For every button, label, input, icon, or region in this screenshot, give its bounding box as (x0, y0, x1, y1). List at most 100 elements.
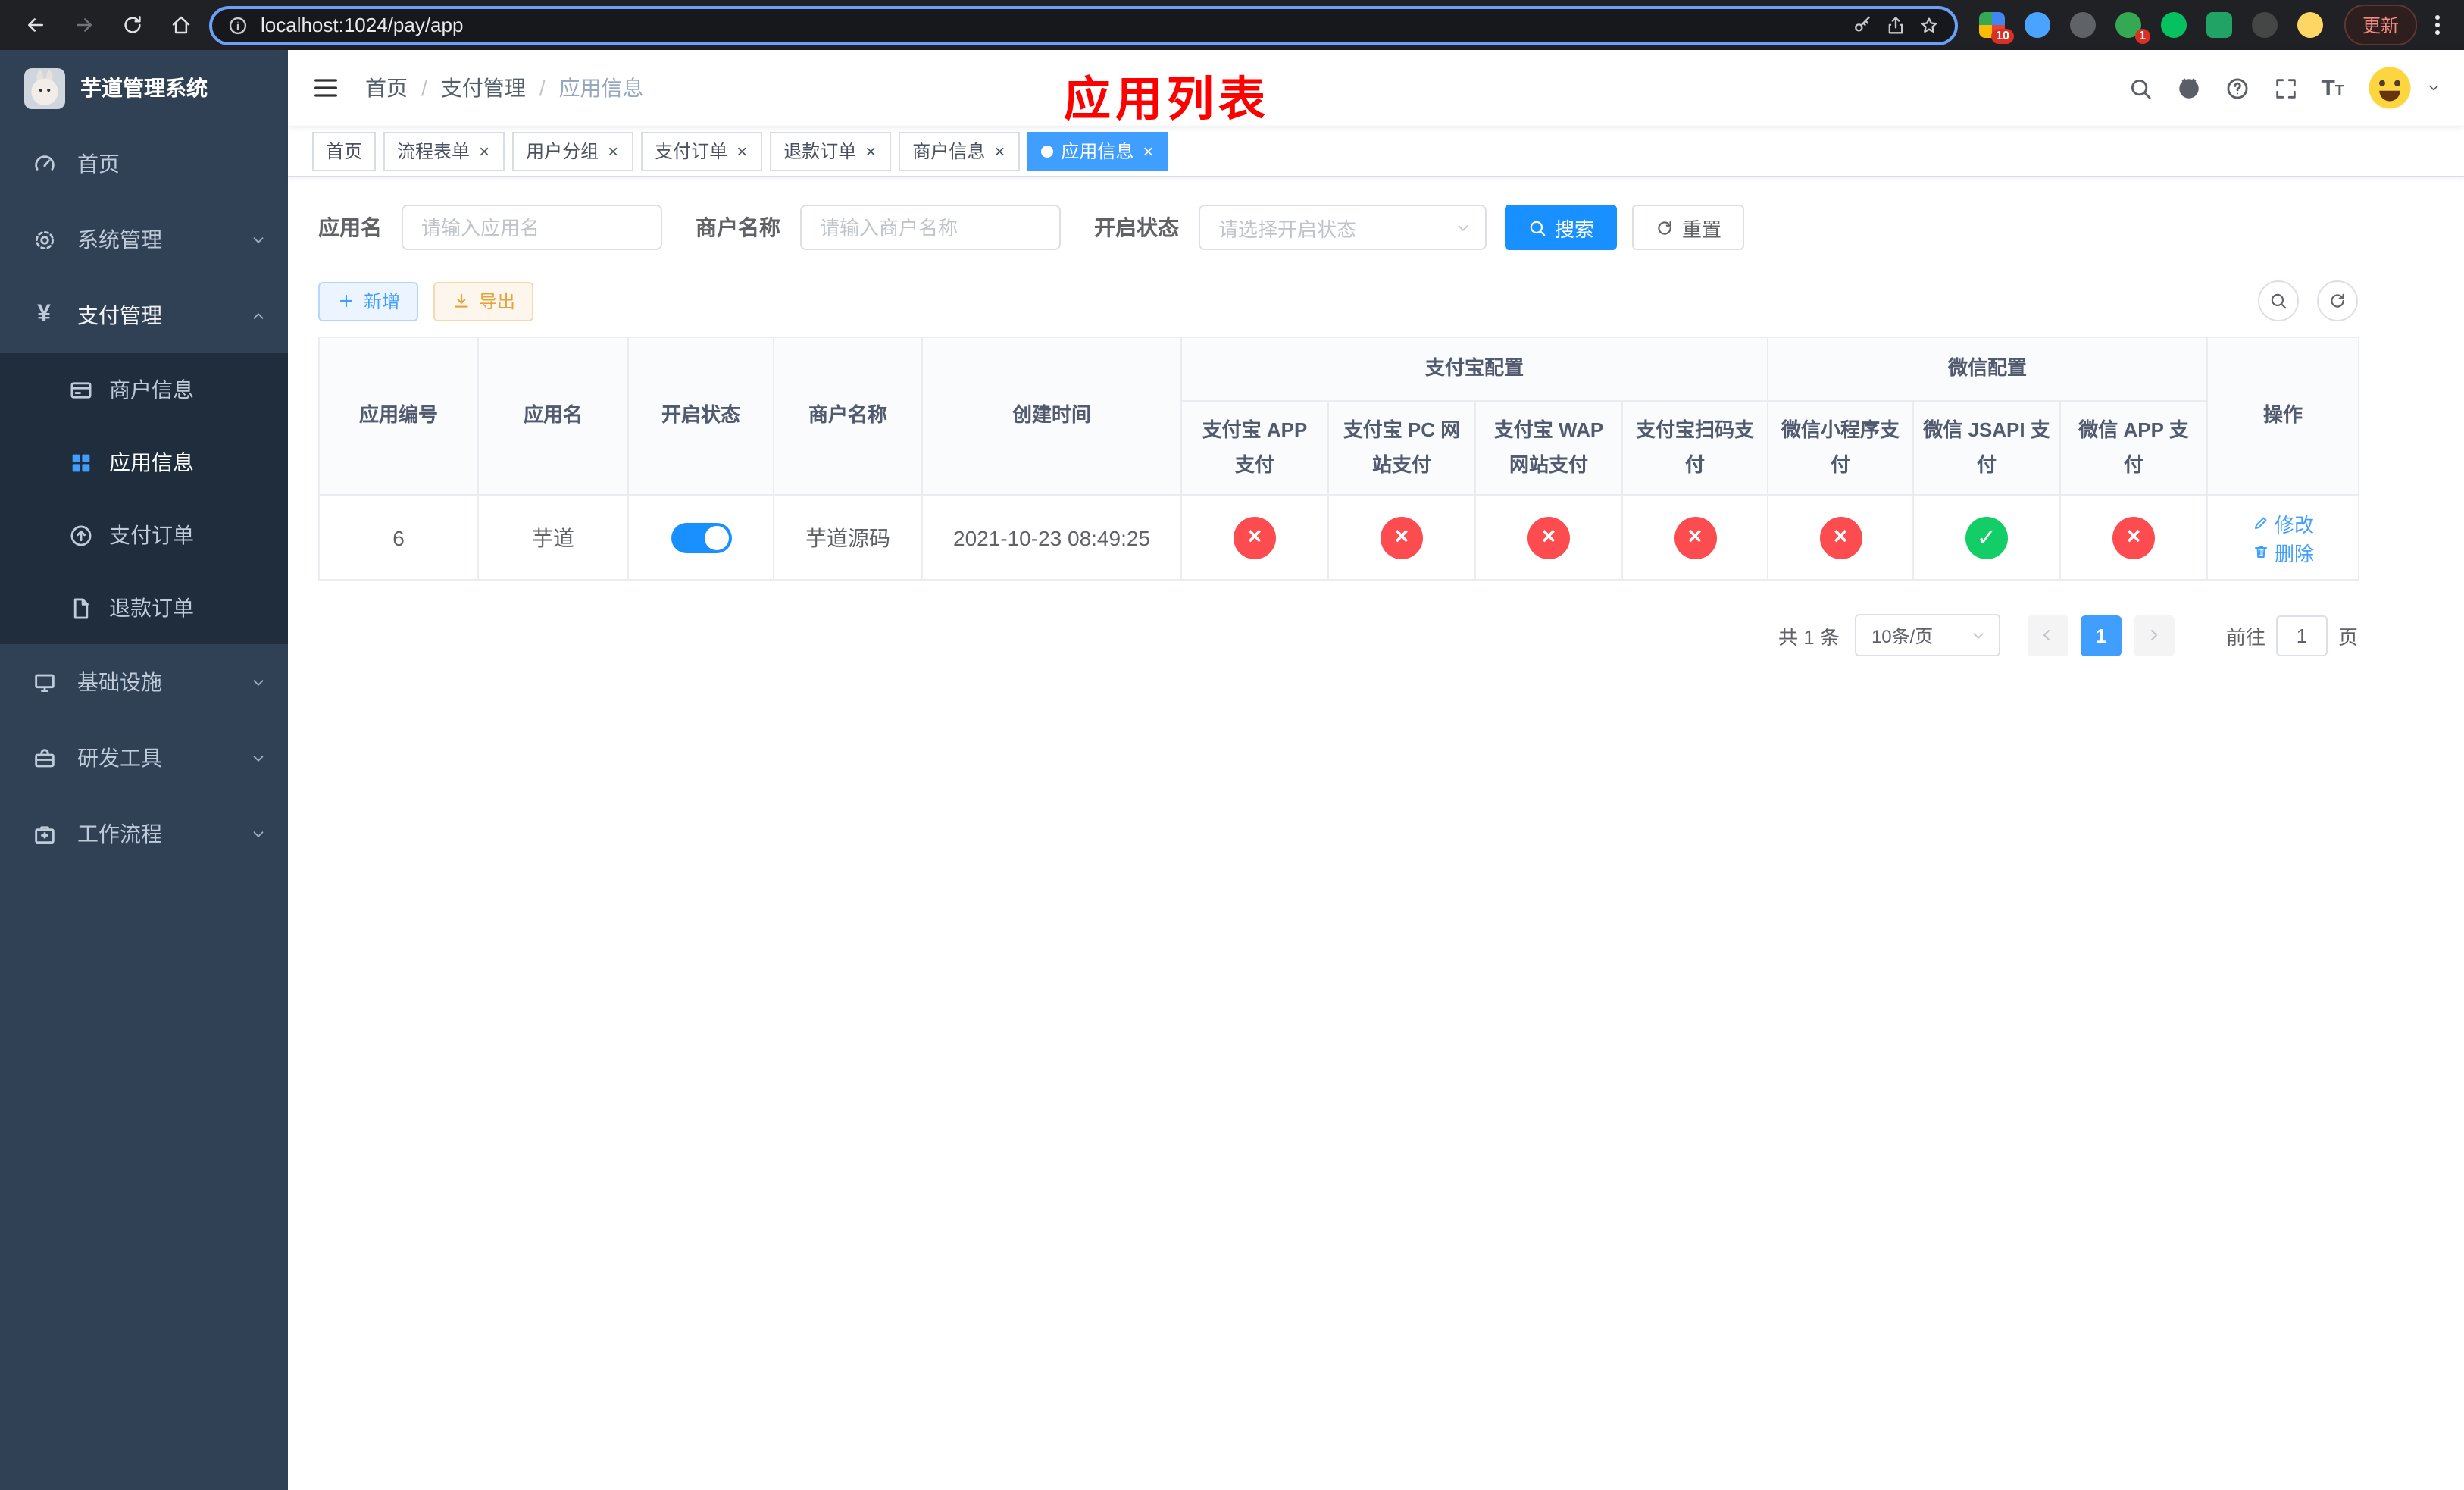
fullscreen-icon[interactable] (2272, 75, 2298, 101)
close-tab-icon[interactable]: × (606, 142, 620, 160)
sidebar-item-home[interactable]: 首页 (0, 126, 288, 202)
edit-button[interactable]: 修改 (2252, 509, 2314, 537)
table-row: 6 芋道 芋道源码 2021-10-23 08:49:25 × × × × × … (318, 494, 2360, 581)
status-select[interactable]: 请选择开启状态 (1199, 205, 1487, 250)
user-avatar[interactable] (2367, 65, 2412, 111)
toggle-search-button[interactable] (2258, 280, 2299, 321)
app-name-input[interactable] (402, 205, 662, 250)
alipay-pc-status-icon (1381, 516, 1423, 559)
page-number-button[interactable]: 1 (2080, 615, 2122, 656)
page-size-select[interactable]: 10条/页 (1854, 614, 2000, 656)
close-tab-icon[interactable]: × (1141, 142, 1155, 160)
cell-merchant: 芋道源码 (773, 494, 923, 581)
share-icon[interactable] (1885, 14, 1906, 36)
back-button[interactable] (15, 5, 55, 45)
tab-app-info[interactable]: 应用信息 × (1027, 131, 1169, 171)
breadcrumb: 首页 / 支付管理 / 应用信息 (365, 73, 644, 103)
extension-face-icon[interactable] (2297, 12, 2323, 38)
chevron-down-icon (250, 674, 267, 690)
tab-pay-order[interactable]: 支付订单 × (641, 131, 763, 171)
app-name-label: 应用名 (318, 215, 382, 239)
site-info-icon[interactable] (227, 14, 249, 36)
avatar-caret-icon[interactable] (2426, 80, 2441, 95)
export-button[interactable]: 导出 (433, 281, 534, 321)
github-icon[interactable] (2175, 75, 2201, 101)
sidebar-item-dev-tools[interactable]: 研发工具 (0, 720, 288, 796)
merchant-name-label: 商户名称 (696, 215, 780, 239)
bookmark-star-icon[interactable] (1918, 14, 1940, 36)
sidebar-item-system[interactable]: 系统管理 (0, 202, 288, 277)
sidebar-item-payment[interactable]: ¥ 支付管理 (0, 277, 288, 353)
sidebar-item-pay-order[interactable]: 支付订单 (0, 499, 288, 571)
forward-button[interactable] (64, 5, 103, 45)
table-toolbar: 新增 导出 (318, 280, 2358, 321)
browser-update-button[interactable]: 更新 (2344, 5, 2417, 45)
col-header-alipay-app: 支付宝 APP 支付 (1180, 400, 1329, 496)
url-text[interactable]: localhost:1024/pay/app (261, 14, 1840, 36)
close-tab-icon[interactable]: × (864, 142, 877, 160)
extension-wechat-icon[interactable] (2160, 12, 2187, 38)
delete-button[interactable]: 删除 (2252, 537, 2314, 566)
help-icon[interactable] (2224, 75, 2250, 101)
breadcrumb-payment[interactable]: 支付管理 (441, 73, 526, 103)
sidebar-item-refund-order[interactable]: 退款订单 (0, 571, 288, 644)
search-icon[interactable] (2127, 75, 2153, 101)
cell-created: 2021-10-23 08:49:25 (921, 494, 1182, 581)
extensions-puzzle-icon[interactable]: 10 (1978, 12, 2014, 44)
add-button[interactable]: 新增 (318, 281, 419, 321)
app-logo: 芋道管理系统 (0, 50, 288, 126)
status-label: 开启状态 (1094, 215, 1179, 239)
alipay-wap-status-icon (1527, 516, 1570, 559)
merchant-name-input[interactable] (800, 205, 1061, 250)
refresh-table-button[interactable] (2317, 280, 2358, 321)
sidebar-item-merchant-info[interactable]: 商户信息 (0, 353, 288, 426)
tab-user-group[interactable]: 用户分组 × (512, 131, 634, 171)
close-tab-icon[interactable]: × (735, 142, 749, 160)
document-icon (67, 594, 94, 621)
chevron-down-icon (250, 231, 267, 248)
font-size-icon[interactable]: TT (2321, 77, 2344, 99)
sidebar-item-infrastructure[interactable]: 基础设施 (0, 644, 288, 720)
col-header-alipay-wap: 支付宝 WAP 网站支付 (1474, 400, 1623, 496)
sidebar: 芋道管理系统 首页 系统管理 ¥ 支付管理 商户信息 应用信息 支付订单 退款订… (0, 50, 288, 1490)
extension-green-badge-icon[interactable]: 1 (2115, 12, 2150, 44)
close-tab-icon[interactable]: × (477, 142, 491, 160)
next-page-button[interactable] (2133, 615, 2175, 656)
sidebar-item-workflow[interactable]: 工作流程 (0, 796, 288, 872)
app-title: 芋道管理系统 (80, 76, 208, 100)
alipay-app-status-icon (1234, 516, 1276, 559)
extension-pin-icon[interactable] (2251, 12, 2278, 38)
reload-button[interactable] (112, 5, 152, 45)
breadcrumb-home[interactable]: 首页 (365, 73, 408, 103)
wx-app-status-icon (2112, 516, 2156, 559)
address-bar[interactable]: localhost:1024/pay/app (209, 5, 1958, 45)
extension-dark-icon[interactable] (2069, 12, 2096, 38)
enabled-toggle[interactable] (671, 522, 731, 552)
extension-blue-icon[interactable] (2024, 12, 2050, 38)
tags-view-bar: 首页 流程表单 × 用户分组 × 支付订单 × 退款订单 × 商户信息 × 应用信息 × (288, 126, 2464, 177)
close-tab-icon[interactable]: × (993, 142, 1006, 160)
hamburger-icon[interactable] (311, 73, 341, 103)
active-tab-dot (1041, 145, 1054, 157)
pagination-total: 共 1 条 (1778, 625, 1840, 648)
tab-merchant-info[interactable]: 商户信息 × (899, 131, 1021, 171)
search-button[interactable]: 搜索 (1505, 205, 1618, 250)
password-key-icon[interactable] (1852, 14, 1873, 36)
sidebar-item-app-info[interactable]: 应用信息 (0, 426, 288, 499)
home-button[interactable] (161, 5, 200, 45)
tab-refund-order[interactable]: 退款订单 × (770, 131, 892, 171)
goto-unit: 页 (2337, 625, 2358, 648)
browser-toolbar: localhost:1024/pay/app 10 1 更新 (0, 0, 2464, 50)
goto-page-input[interactable] (2275, 615, 2328, 656)
prev-page-button[interactable] (2027, 615, 2068, 656)
browser-menu-icon[interactable] (2426, 15, 2449, 35)
cell-app-name: 芋道 (477, 494, 629, 581)
reset-button[interactable]: 重置 (1632, 205, 1745, 250)
tab-home[interactable]: 首页 (312, 131, 377, 171)
circle-arrow-icon (67, 521, 94, 549)
cell-app-id: 6 (318, 494, 479, 581)
extension-book-icon[interactable] (2206, 12, 2232, 38)
tab-process-form[interactable]: 流程表单 × (383, 131, 505, 171)
sidebar-menu: 首页 系统管理 ¥ 支付管理 商户信息 应用信息 支付订单 退款订单 基础设施 … (0, 126, 288, 1490)
dashboard-icon (30, 150, 58, 177)
